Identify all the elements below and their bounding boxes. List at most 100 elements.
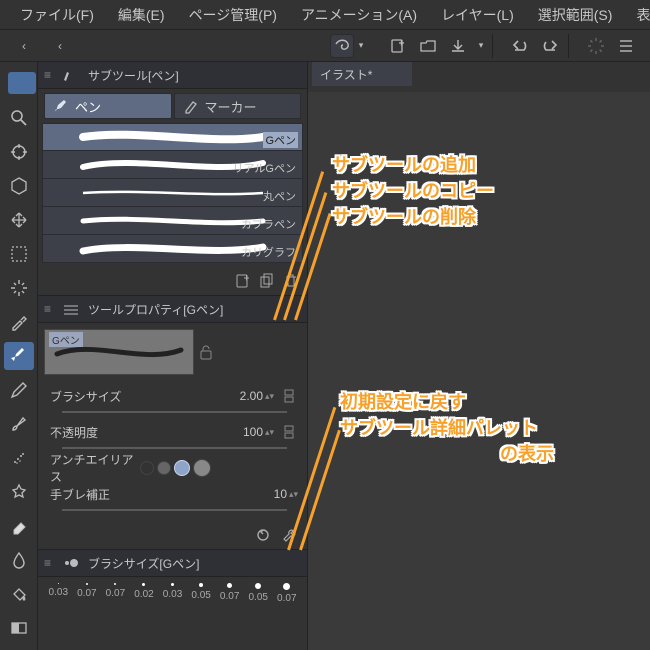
canvas-area: イラスト* — [308, 62, 650, 650]
menu-page[interactable]: ページ管理(P) — [177, 0, 289, 31]
menubar: ファイル(F) 編集(E) ページ管理(P) アニメーション(A) レイヤー(L… — [0, 0, 650, 30]
stepper-icon[interactable]: ▴▾ — [265, 428, 275, 437]
save-icon[interactable] — [446, 34, 470, 58]
subtool-item-calligraphy[interactable]: カリグラフ — [42, 235, 303, 263]
brush-size-item[interactable]: 0.07 — [275, 583, 300, 604]
chevron-down-icon[interactable]: ▾ — [356, 34, 366, 58]
tool-eyedropper[interactable] — [4, 308, 34, 336]
prop-value: 2.00 — [240, 389, 265, 403]
brush-size-item[interactable]: 0.03 — [160, 583, 185, 604]
reset-icon[interactable] — [253, 525, 273, 545]
subtool-copy-icon[interactable] — [257, 271, 277, 291]
lock-icon[interactable] — [199, 344, 213, 360]
tool-blend[interactable] — [4, 546, 34, 574]
tool-move[interactable] — [4, 138, 34, 166]
subtool-title: サブツール[ペン] — [88, 67, 179, 84]
brush-preview: Gペン — [44, 329, 194, 375]
brush-size-item[interactable]: 0.03 — [46, 583, 71, 604]
tab-label: マーカー — [205, 97, 257, 116]
tool-pen[interactable] — [4, 342, 34, 370]
prop-value: 10 — [274, 487, 289, 501]
brush-size-item[interactable]: 0.02 — [132, 583, 157, 604]
tool-move-layer[interactable] — [4, 206, 34, 234]
brush-icon — [60, 66, 82, 84]
subtool-item-kabura[interactable]: カブラペン — [42, 207, 303, 235]
prop-label: ブラシサイズ — [50, 388, 140, 405]
menu-select[interactable]: 選択範囲(S) — [526, 0, 625, 31]
subtool-delete-icon[interactable] — [281, 271, 301, 291]
document-tab-label: イラスト* — [320, 66, 372, 83]
tool-pencil[interactable] — [4, 376, 34, 404]
subtool-list: Gペン リアルGペン 丸ペン カブラペン カリグラフ — [38, 123, 307, 267]
circles-icon — [60, 554, 82, 572]
link-icon[interactable] — [279, 422, 299, 442]
stepper-icon[interactable]: ▴▾ — [265, 392, 275, 401]
grip-icon[interactable]: ≡ — [44, 302, 54, 316]
aa-option-weak[interactable] — [157, 461, 171, 475]
tool-decoration[interactable] — [4, 478, 34, 506]
list-icon[interactable] — [614, 34, 638, 58]
aa-option-strong[interactable] — [193, 459, 211, 477]
stepper-icon[interactable]: ▴▾ — [289, 490, 299, 499]
subtool-tab-pen[interactable]: ペン — [44, 93, 172, 119]
menu-edit[interactable]: 編集(E) — [106, 0, 177, 31]
tool-magnifier[interactable] — [4, 104, 34, 132]
prop-value: 100 — [243, 425, 265, 439]
menu-anim[interactable]: アニメーション(A) — [289, 0, 429, 31]
redo-icon[interactable] — [538, 34, 562, 58]
prop-stabilize[interactable]: 手ブレ補正 10 ▴▾ — [50, 481, 299, 507]
slider[interactable] — [62, 509, 287, 511]
prop-opacity[interactable]: 不透明度 100 ▴▾ — [50, 419, 299, 445]
menu-layer[interactable]: レイヤー(L) — [429, 0, 526, 31]
subtool-tab-marker[interactable]: マーカー — [174, 93, 302, 119]
tool-swatch-active — [8, 72, 36, 94]
aa-option-mid[interactable] — [174, 460, 190, 476]
prop-antialias[interactable]: アンチエイリアス — [50, 455, 299, 481]
toolprop-title: ツールプロパティ[Gペン] — [88, 301, 223, 318]
subtool-header: ≡ サブツール[ペン] — [38, 62, 307, 89]
slider[interactable] — [62, 411, 287, 413]
tool-object[interactable] — [4, 172, 34, 200]
brushsize-header: ≡ ブラシサイズ[Gペン] — [38, 550, 307, 577]
grip-icon[interactable]: ≡ — [44, 556, 54, 570]
brush-size-item[interactable]: 0.07 — [217, 583, 242, 604]
canvas[interactable] — [308, 92, 650, 650]
aa-option-none[interactable] — [140, 461, 154, 475]
tool-fill[interactable] — [4, 580, 34, 608]
tool-eraser[interactable] — [4, 512, 34, 540]
open-folder-icon[interactable] — [416, 34, 440, 58]
brush-size-item[interactable]: 0.07 — [103, 583, 128, 604]
subtool-item-marupen[interactable]: 丸ペン — [42, 179, 303, 207]
tool-gradient[interactable] — [4, 614, 34, 642]
preview-label: Gペン — [49, 332, 83, 347]
menu-file[interactable]: ファイル(F) — [8, 0, 106, 31]
prop-brushsize[interactable]: ブラシサイズ 2.00 ▴▾ — [50, 383, 299, 409]
brush-size-item[interactable]: 0.05 — [246, 583, 271, 604]
tool-rect-select[interactable] — [4, 240, 34, 268]
subtool-item-gpen[interactable]: Gペン — [42, 123, 303, 151]
swirl-icon[interactable] — [330, 34, 354, 58]
prop-label: 手ブレ補正 — [50, 486, 140, 503]
tool-column — [0, 62, 38, 650]
subtool-item-realgpen[interactable]: リアルGペン — [42, 151, 303, 179]
new-file-icon[interactable] — [386, 34, 410, 58]
document-tab[interactable]: イラスト* — [312, 62, 412, 86]
brush-size-item[interactable]: 0.07 — [75, 583, 100, 604]
sliders-icon — [60, 300, 82, 318]
panels: ≡ サブツール[ペン] ペン マーカー Gペン リアルGペン — [38, 62, 308, 650]
slider[interactable] — [62, 447, 287, 449]
prop-label: 不透明度 — [50, 424, 140, 441]
chevron-left-icon[interactable]: ‹ — [48, 34, 72, 58]
wrench-icon[interactable] — [279, 525, 299, 545]
chevron-down-icon[interactable]: ▾ — [476, 34, 486, 58]
link-icon[interactable] — [279, 386, 299, 406]
undo-icon[interactable] — [508, 34, 532, 58]
grip-icon[interactable]: ≡ — [44, 68, 54, 82]
chevron-left-icon[interactable]: ‹ — [12, 34, 36, 58]
tool-airbrush[interactable] — [4, 444, 34, 472]
tool-brush[interactable] — [4, 410, 34, 438]
subtool-add-icon[interactable] — [233, 271, 253, 291]
menu-view[interactable]: 表示(V) — [624, 0, 650, 31]
tool-wand[interactable] — [4, 274, 34, 302]
brush-size-item[interactable]: 0.05 — [189, 583, 214, 604]
